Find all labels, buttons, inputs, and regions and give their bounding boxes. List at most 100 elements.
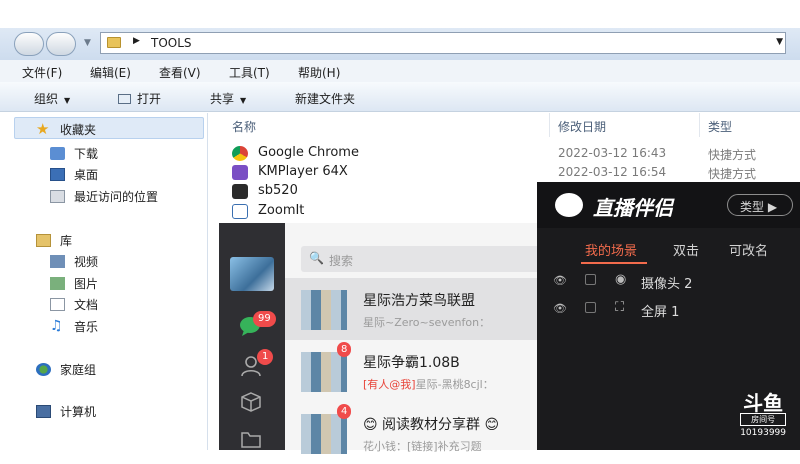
nav-music[interactable]: ♫ 音乐	[50, 318, 98, 335]
menu-view[interactable]: 查看(V)	[159, 64, 201, 81]
conversation-name: 星际浩方菜鸟联盟	[363, 293, 475, 309]
column-header-name[interactable]: 名称	[224, 113, 550, 137]
search-input[interactable]: 🔍 搜索	[301, 246, 549, 272]
apps-cube-icon[interactable]	[239, 391, 263, 413]
nav-label: 库	[60, 234, 73, 248]
nav-downloads[interactable]: 下载	[50, 145, 98, 162]
address-input[interactable]: ▶ TOOLS ▼	[100, 32, 786, 54]
room-number: 10193999	[740, 428, 786, 438]
type-label: 类型	[740, 200, 765, 214]
nav-label: 音乐	[74, 320, 99, 334]
music-icon: ♫	[50, 318, 63, 334]
pictures-icon	[50, 277, 65, 290]
nav-homegroup[interactable]: 家庭组	[36, 361, 96, 378]
source-name: 全屏 1	[641, 305, 680, 320]
avatar[interactable]	[230, 257, 274, 291]
lock-icon[interactable]	[585, 274, 596, 285]
breadcrumb-chevron-icon[interactable]: ▶	[133, 36, 140, 46]
zhibo-window: 直播伴侣 类型 ▶ 我的场景 双击 可改名 👁 ◉ 摄像头 2 👁 ⛶ 全屏 1…	[537, 182, 800, 450]
menu-file[interactable]: 文件(F)	[22, 64, 62, 81]
homegroup-icon	[36, 363, 51, 376]
file-row[interactable]: KMPlayer 64X 2022-03-12 16:54 快捷方式	[228, 163, 800, 182]
conversation-item[interactable]: 4 😊 阅读教材分享群 😊 花小钱：[链接]补充习题	[285, 402, 549, 464]
conversation-item[interactable]: 8 星际争霸1.08B [有人@我]星际-黑桃8cjl：	[285, 340, 549, 402]
file-type: 快捷方式	[708, 167, 757, 181]
search-icon: 🔍	[309, 251, 324, 265]
douyu-watermark: 斗鱼 房间号 10193999	[740, 393, 786, 438]
file-row[interactable]: Google Chrome 2022-03-12 16:43 快捷方式	[228, 144, 800, 163]
file-name: ZoomIt	[258, 203, 305, 218]
source-item[interactable]: 👁 ⛶ 全屏 1	[537, 296, 800, 324]
star-icon: ★	[36, 120, 50, 138]
tab-double-click[interactable]: 双击	[673, 240, 699, 259]
name-text: 阅读教材分享群	[382, 417, 481, 433]
open-button[interactable]: 打开	[118, 90, 161, 107]
nav-favorites[interactable]: ★ 收藏夹	[36, 121, 96, 138]
command-toolbar: 组织 ▼ 打开 共享 ▼ 新建文件夹	[0, 82, 800, 112]
column-header-type[interactable]: 类型	[700, 113, 800, 137]
back-button[interactable]	[14, 32, 44, 56]
nav-label: 下载	[74, 147, 99, 161]
conversation-name: 星际争霸1.08B	[363, 355, 460, 371]
nav-label: 最近访问的位置	[74, 190, 159, 204]
open-icon	[118, 94, 131, 104]
emoji-icon: 😊	[480, 417, 500, 433]
nav-computer[interactable]: 计算机	[36, 403, 96, 420]
recent-pages-dropdown-icon[interactable]: ▼	[84, 38, 91, 48]
tab-my-scenes[interactable]: 我的场景	[585, 240, 637, 259]
nav-label: 图片	[74, 277, 99, 291]
menu-tools[interactable]: 工具(T)	[229, 64, 270, 81]
group-avatar	[301, 290, 347, 330]
address-dropdown-icon[interactable]: ▼	[776, 37, 783, 47]
nav-libraries[interactable]: 库	[36, 232, 72, 249]
nav-videos[interactable]: 视频	[50, 253, 98, 270]
play-icon: ▶	[767, 200, 778, 214]
open-label: 打开	[137, 92, 162, 106]
nav-label: 家庭组	[60, 363, 97, 377]
emoji-icon: 😊	[363, 417, 383, 433]
menu-bar: 文件(F) 编辑(E) 查看(V) 工具(T) 帮助(H)	[0, 60, 800, 82]
new-folder-button[interactable]: 新建文件夹	[295, 90, 355, 107]
lock-icon[interactable]	[585, 302, 596, 313]
group-avatar	[301, 352, 347, 392]
source-item[interactable]: 👁 ◉ 摄像头 2	[537, 268, 800, 296]
sb520-icon	[232, 184, 248, 199]
type-button[interactable]: 类型 ▶	[727, 194, 793, 216]
organize-button[interactable]: 组织 ▼	[34, 90, 70, 107]
recent-places-icon	[50, 190, 65, 203]
nav-recent[interactable]: 最近访问的位置	[50, 188, 158, 205]
nav-pictures[interactable]: 图片	[50, 275, 98, 292]
qq-window: 99 1 🔍 搜索 星际浩方菜鸟联盟 星际~Zero~sevenfon： 8 星…	[219, 223, 549, 454]
zhibo-logo-icon	[555, 193, 583, 217]
tab-rename[interactable]: 可改名	[729, 240, 768, 259]
share-label: 共享	[210, 92, 235, 106]
forward-button[interactable]	[46, 32, 76, 56]
videos-icon	[50, 255, 65, 268]
active-tab-indicator	[581, 262, 647, 264]
organize-label: 组织	[34, 92, 59, 106]
breadcrumb-tools[interactable]: TOOLS	[151, 36, 192, 50]
camera-icon: ◉	[615, 272, 627, 287]
zhibo-header: 直播伴侣 类型 ▶	[537, 182, 800, 228]
nav-desktop[interactable]: 桌面	[50, 166, 98, 183]
nav-label: 视频	[74, 255, 99, 269]
eye-icon[interactable]: 👁	[553, 302, 567, 315]
column-header-modified[interactable]: 修改日期	[550, 113, 700, 137]
preview-text: 星际-黑桃8cjl：	[415, 378, 494, 391]
folder-icon[interactable]	[239, 428, 263, 450]
douyu-logo: 斗鱼	[743, 391, 784, 415]
folder-icon	[107, 37, 121, 48]
zhibo-title: 直播伴侣	[593, 196, 673, 220]
menu-edit[interactable]: 编辑(E)	[90, 64, 131, 81]
share-button[interactable]: 共享 ▼	[210, 90, 246, 107]
conversation-item[interactable]: 星际浩方菜鸟联盟 星际~Zero~sevenfon：	[285, 278, 549, 340]
nav-documents[interactable]: 文档	[50, 296, 98, 313]
libraries-icon	[36, 234, 51, 247]
navigation-pane: ★ 收藏夹 下载 桌面 最近访问的位置 库 视频 图片 文档 ♫ 音乐 家庭组 计算…	[0, 113, 208, 450]
file-name: sb520	[258, 183, 298, 198]
conversation-preview: 花小钱：[链接]补充习题	[363, 440, 482, 453]
eye-icon[interactable]: 👁	[553, 274, 567, 287]
unread-badge: 8	[337, 342, 352, 357]
menu-help[interactable]: 帮助(H)	[298, 64, 340, 81]
search-placeholder: 搜索	[329, 254, 354, 268]
